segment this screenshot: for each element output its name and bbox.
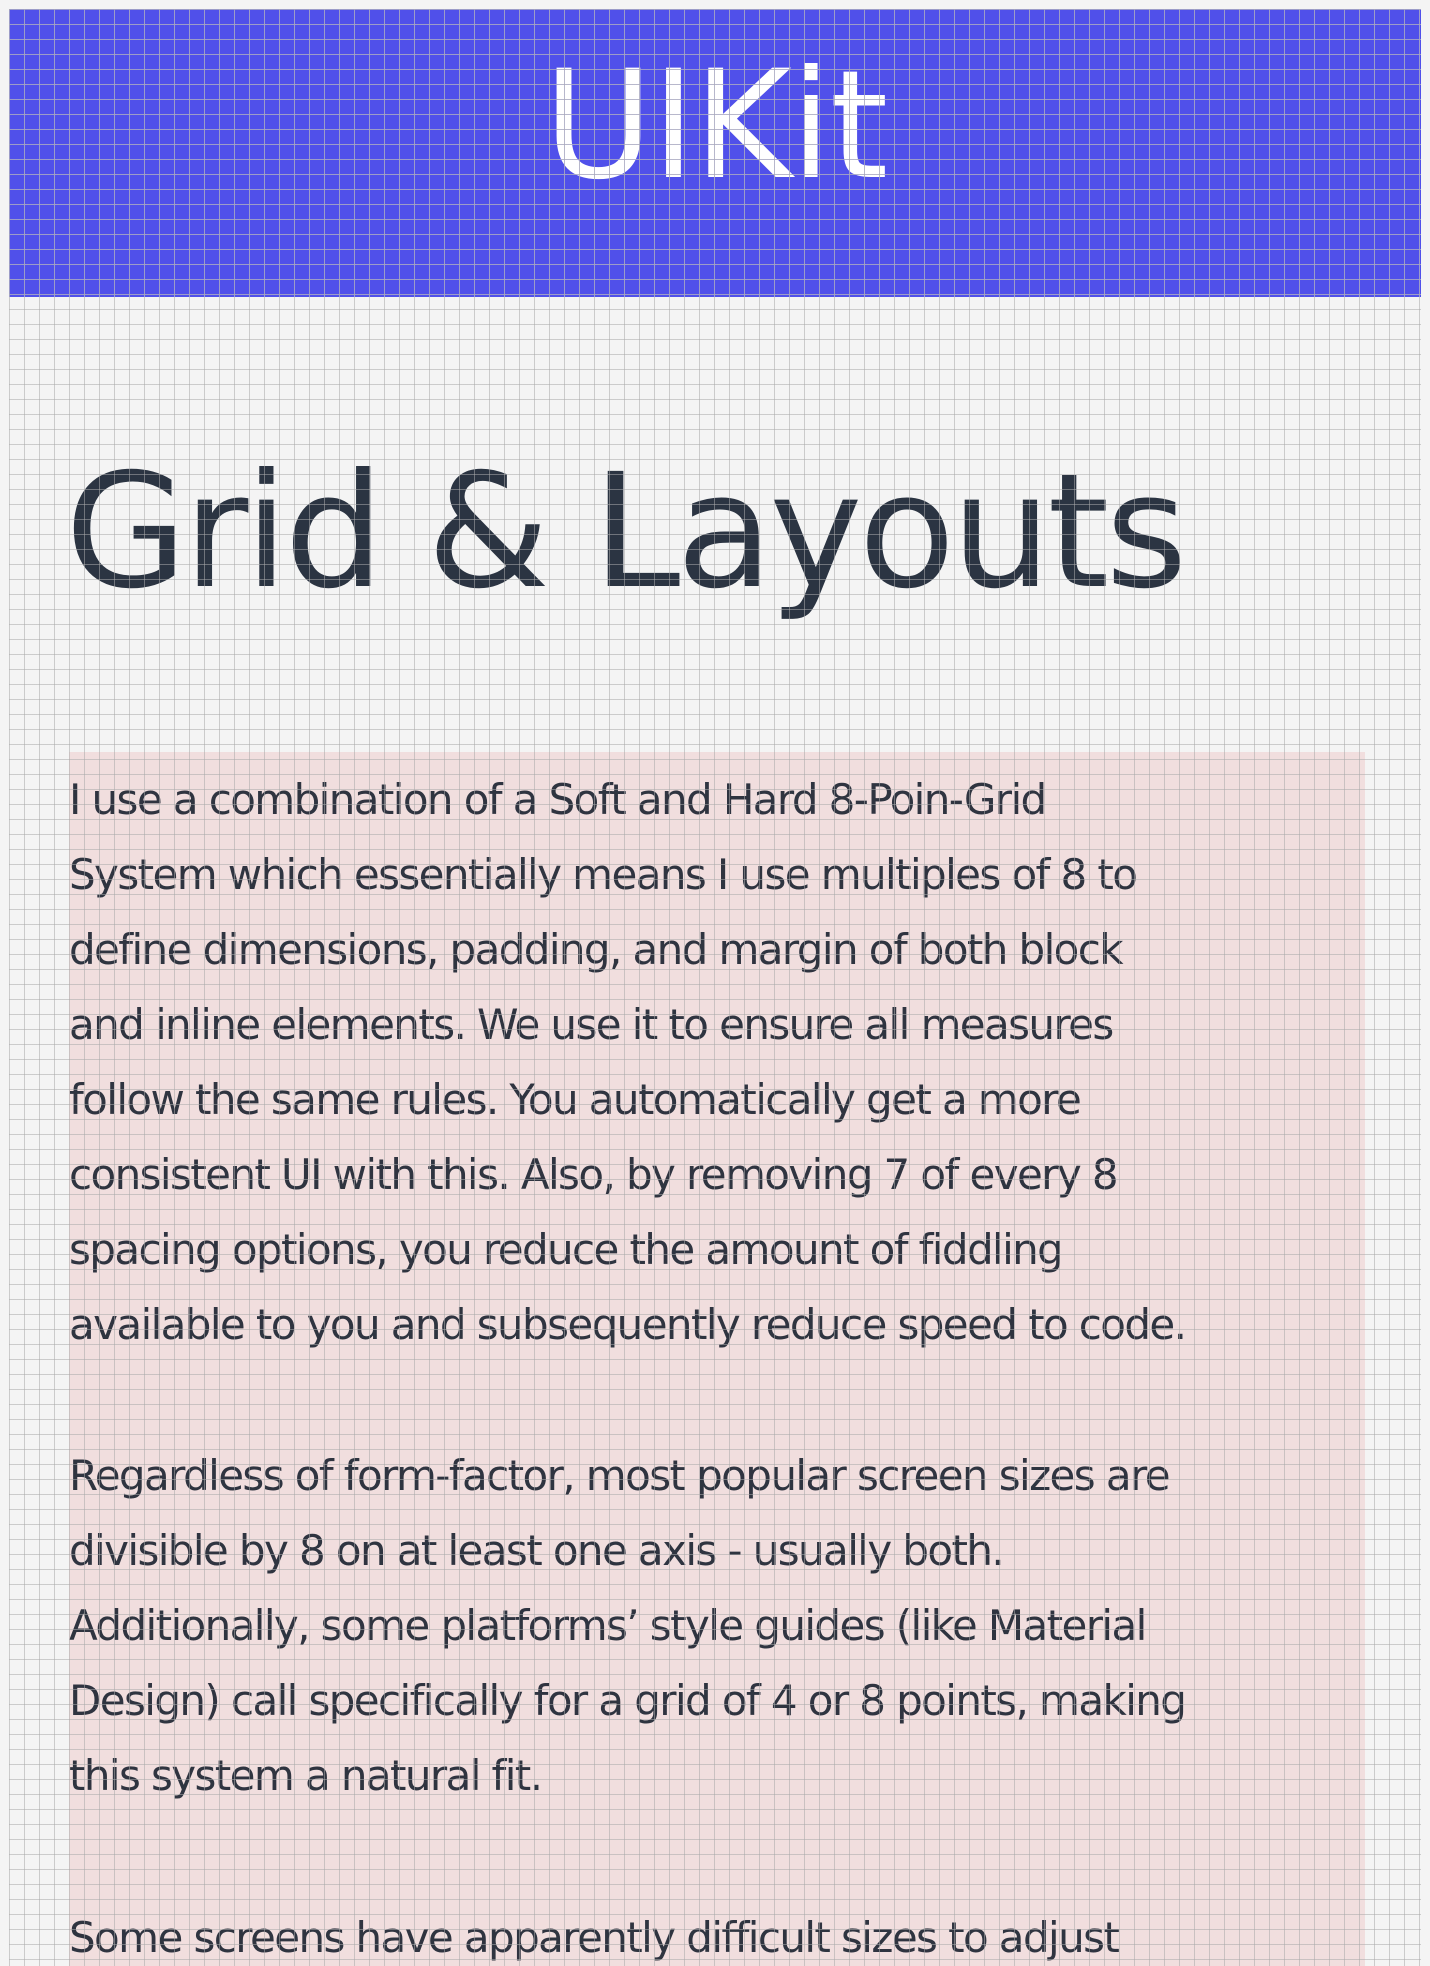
paragraph-difficult-sizes: Some screens have apparently difficult s… [69,1913,1120,1962]
header-title: UIKit [543,39,889,213]
paragraph-grid-system: I use a combination of a Soft and Hard 8… [69,775,1187,1349]
paragraph-screen-sizes: Regardless of form-factor, most popular … [69,1451,1187,1800]
content-block: I use a combination of a Soft and Hard 8… [69,752,1365,1966]
page: UIKit Grid & Layouts I use a combination… [9,9,1421,1966]
main-content: Grid & Layouts I use a combination of a … [9,297,1421,1966]
screen: UIKit Grid & Layouts I use a combination… [0,0,1430,1966]
header: UIKit [9,9,1421,297]
page-title: Grid & Layouts [65,440,1188,624]
